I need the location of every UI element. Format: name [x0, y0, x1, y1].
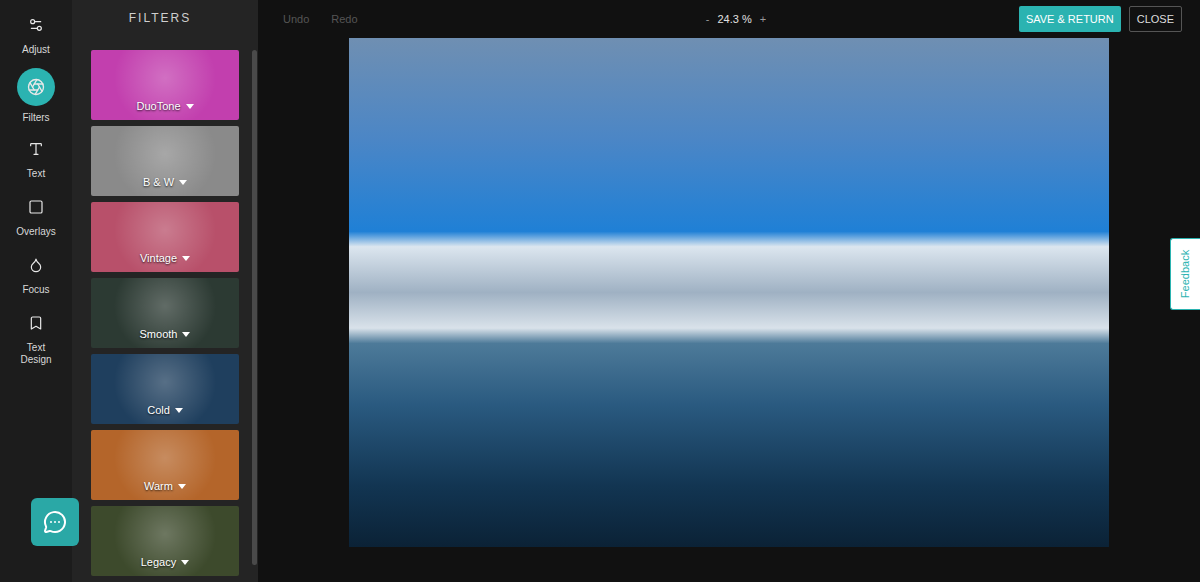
rail-label: Focus	[12, 284, 60, 296]
zoom-control: -24.3 % +	[523, 13, 1019, 25]
rail-label: Filters	[12, 112, 60, 124]
rail-label: Text	[12, 168, 60, 180]
rail-icon-wrap	[25, 14, 47, 36]
filter-card[interactable]: Smooth	[91, 278, 239, 348]
zoom-in-button[interactable]: +	[760, 13, 766, 25]
stage	[258, 38, 1200, 582]
filter-card[interactable]: Vintage	[91, 202, 239, 272]
chat-icon	[43, 510, 67, 534]
scrollbar[interactable]	[252, 50, 257, 565]
filter-label: Smooth	[140, 328, 191, 340]
filter-label: Cold	[147, 404, 183, 416]
tool-icon	[28, 257, 44, 273]
undo-button[interactable]: Undo	[283, 13, 309, 25]
rail-label: Text Design	[12, 342, 60, 365]
rail-item[interactable]: Filters	[0, 68, 72, 138]
tool-icon	[28, 17, 44, 33]
history-group: Undo Redo	[283, 13, 523, 25]
caret-icon	[182, 256, 190, 261]
rail-item[interactable]: Text	[0, 138, 72, 196]
rail-item[interactable]: Adjust	[0, 14, 72, 72]
redo-button[interactable]: Redo	[331, 13, 357, 25]
canvas-area: Undo Redo -24.3 % + SAVE & RETURN CLOSE	[258, 0, 1200, 582]
photo[interactable]	[349, 38, 1109, 547]
rail-icon-wrap	[25, 138, 47, 160]
save-button[interactable]: SAVE & RETURN	[1019, 6, 1121, 32]
caret-icon	[181, 560, 189, 565]
filter-label: Warm	[144, 480, 186, 492]
rail-item[interactable]: Overlays	[0, 196, 72, 254]
rail-item[interactable]: Text Design	[0, 312, 72, 370]
filter-card[interactable]: Warm	[91, 430, 239, 500]
caret-icon	[186, 104, 194, 109]
feedback-label: Feedback	[1180, 250, 1192, 298]
caret-icon	[175, 408, 183, 413]
close-button[interactable]: CLOSE	[1129, 6, 1182, 32]
top-bar: Undo Redo -24.3 % + SAVE & RETURN CLOSE	[258, 0, 1200, 38]
filter-card[interactable]: Legacy	[91, 506, 239, 576]
filter-card[interactable]: B & W	[91, 126, 239, 196]
tool-icon	[28, 315, 44, 331]
filters-panel: FILTERS DuoTone B & W Vintage Smooth Cold Warm…	[72, 0, 258, 582]
caret-icon	[182, 332, 190, 337]
rail-icon-wrap	[17, 68, 55, 106]
filter-card[interactable]: DuoTone	[91, 50, 239, 120]
feedback-tab[interactable]: Feedback	[1170, 238, 1200, 310]
tool-icon	[27, 78, 45, 96]
filter-label: Legacy	[141, 556, 189, 568]
zoom-out-button[interactable]: -	[706, 13, 710, 25]
rail-icon-wrap	[25, 312, 47, 334]
filter-label: B & W	[143, 176, 187, 188]
panel-title: FILTERS	[72, 0, 258, 36]
rail-icon-wrap	[25, 196, 47, 218]
tool-rail: Adjust Filters Text Overlays Focus Text Desig…	[0, 0, 72, 582]
editor: Adjust Filters Text Overlays Focus Text Desig…	[0, 0, 1200, 582]
chat-button[interactable]	[31, 498, 79, 546]
rail-item[interactable]: Focus	[0, 254, 72, 312]
filter-label: DuoTone	[136, 100, 193, 112]
rail-icon-wrap	[25, 254, 47, 276]
tool-icon	[28, 141, 44, 157]
caret-icon	[178, 484, 186, 489]
caret-icon	[179, 180, 187, 185]
rail-label: Overlays	[12, 226, 60, 238]
filter-list: DuoTone B & W Vintage Smooth Cold Warm Legacy	[91, 50, 239, 582]
filter-card[interactable]: Cold	[91, 354, 239, 424]
filter-label: Vintage	[140, 252, 190, 264]
panel-body: DuoTone B & W Vintage Smooth Cold Warm Legacy	[72, 36, 258, 582]
zoom-value: 24.3 %	[717, 13, 751, 25]
rail-label: Adjust	[12, 44, 60, 56]
tool-icon	[28, 199, 44, 215]
